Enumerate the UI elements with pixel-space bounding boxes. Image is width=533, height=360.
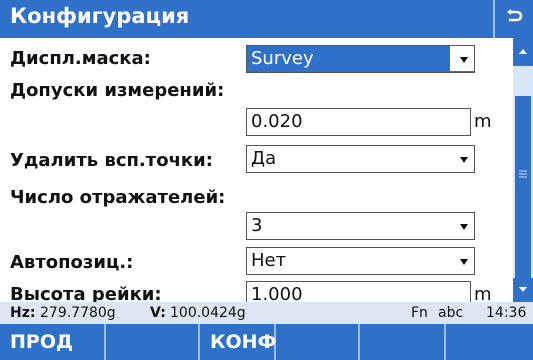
page-title: Конфигурация bbox=[10, 4, 190, 28]
softkey-f6[interactable] bbox=[446, 324, 533, 360]
triangle-down-icon bbox=[519, 287, 527, 292]
display-mask-value: Survey bbox=[251, 48, 314, 69]
tolerance-input[interactable]: 0.020 bbox=[246, 108, 471, 136]
title-bar: Конфигурация bbox=[0, 0, 533, 38]
display-mask-select[interactable]: Survey bbox=[246, 45, 475, 73]
hz-value: 279.7780g bbox=[40, 305, 116, 321]
fn-indicator: Fn bbox=[411, 305, 428, 321]
display-mask-label: Диспл.маска: bbox=[10, 48, 151, 69]
tolerance-unit: m bbox=[474, 111, 492, 132]
chevron-down-icon bbox=[460, 259, 468, 265]
scroll-track[interactable] bbox=[513, 66, 533, 302]
autopos-label: Автопозиц.: bbox=[10, 252, 134, 273]
tolerance-label: Допуски измерений: bbox=[10, 80, 225, 101]
delete-aux-value: Да bbox=[251, 148, 277, 169]
autopos-value: Нет bbox=[251, 250, 287, 271]
back-button[interactable] bbox=[493, 0, 533, 38]
delete-aux-label: Удалить всп.точки: bbox=[10, 150, 213, 171]
autopos-select[interactable]: Нет bbox=[246, 247, 475, 275]
tolerance-value: 0.020 bbox=[251, 111, 303, 132]
vertical-scrollbar[interactable] bbox=[513, 38, 533, 302]
softkey-f3[interactable]: КОНФ bbox=[200, 324, 276, 360]
chevron-down-icon bbox=[460, 224, 468, 230]
hz-label: Hz: bbox=[10, 305, 36, 321]
delete-aux-select[interactable]: Да bbox=[246, 145, 475, 173]
chevron-down-icon bbox=[460, 157, 468, 163]
status-bar: Hz: 279.7780g V: 100.0424g Fn abc 14:36 bbox=[0, 302, 533, 324]
rod-height-input[interactable]: 1.000 bbox=[246, 281, 471, 305]
reflectors-label: Число отражателей: bbox=[10, 187, 226, 208]
grip-icon bbox=[519, 170, 527, 178]
reflectors-value: 3 bbox=[251, 215, 263, 236]
chevron-down-icon bbox=[460, 57, 468, 63]
v-label: V: bbox=[150, 305, 166, 321]
triangle-up-icon bbox=[519, 49, 527, 54]
clock: 14:36 bbox=[486, 305, 527, 321]
reflectors-select[interactable]: 3 bbox=[246, 212, 475, 240]
scroll-thumb[interactable] bbox=[515, 96, 531, 302]
softkey-f2[interactable] bbox=[106, 324, 200, 360]
softkey-bar: ПРОД КОНФ bbox=[0, 324, 533, 360]
back-arrow-icon bbox=[505, 8, 523, 30]
softkey-f4[interactable] bbox=[276, 324, 360, 360]
input-mode: abc bbox=[438, 305, 464, 321]
v-value: 100.0424g bbox=[170, 305, 246, 321]
scroll-up-button[interactable] bbox=[513, 38, 533, 66]
form-area: Диспл.маска: Survey Допуски измерений: 0… bbox=[0, 38, 513, 305]
softkey-f1[interactable]: ПРОД bbox=[0, 324, 106, 360]
scroll-down-button[interactable] bbox=[513, 278, 533, 302]
softkey-f5[interactable] bbox=[360, 324, 446, 360]
